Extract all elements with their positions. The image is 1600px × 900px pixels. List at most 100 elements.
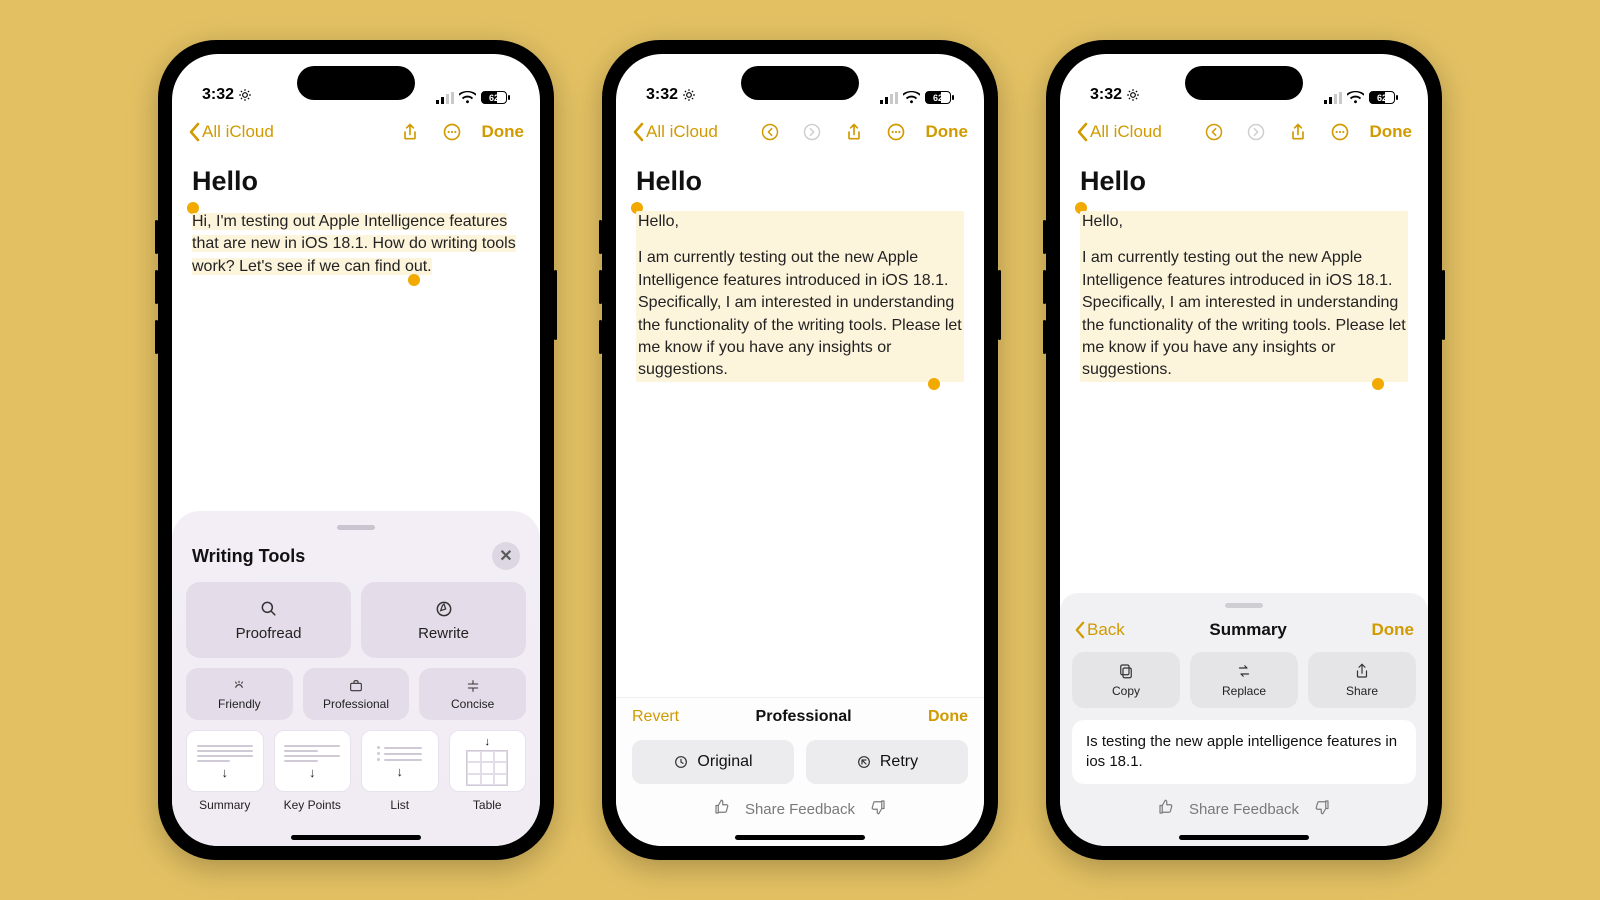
undo-icon[interactable] [1202, 120, 1226, 144]
dynamic-island [741, 66, 859, 100]
back-label: All iCloud [1090, 122, 1162, 142]
done-button[interactable]: Done [926, 122, 969, 142]
nav-bar: All iCloud Done [172, 110, 540, 154]
copy-button[interactable]: Copy [1072, 652, 1180, 708]
share-icon [1353, 662, 1371, 680]
mode-label: Professional [756, 708, 852, 726]
concise-button[interactable]: Concise [419, 668, 526, 720]
clock-icon [673, 754, 689, 770]
share-feedback-label[interactable]: Share Feedback [745, 801, 855, 818]
original-button[interactable]: Original [632, 740, 794, 784]
redo-icon [800, 120, 824, 144]
done-button[interactable]: Done [482, 122, 525, 142]
back-button[interactable]: All iCloud [188, 122, 274, 142]
more-icon[interactable] [440, 120, 464, 144]
share-button[interactable]: Share [1308, 652, 1416, 708]
revert-button[interactable]: Revert [632, 708, 679, 726]
more-icon[interactable] [884, 120, 908, 144]
proofread-button[interactable]: Proofread [186, 582, 351, 658]
screen-2: 3:32 62 All iCloud D [616, 54, 984, 846]
replace-icon [1235, 662, 1253, 680]
writing-tools-title: Writing Tools [192, 546, 305, 567]
retry-icon [856, 754, 872, 770]
home-indicator[interactable] [291, 835, 421, 840]
summary-format[interactable]: ↓ Summary [186, 730, 264, 812]
more-icon[interactable] [1328, 120, 1352, 144]
undo-icon[interactable] [758, 120, 782, 144]
chevron-left-icon [632, 122, 644, 142]
back-label: All iCloud [202, 122, 274, 142]
wifi-icon [903, 91, 920, 104]
status-time: 3:32 [646, 86, 678, 104]
dynamic-island [297, 66, 415, 100]
note-text[interactable]: Hi, I'm testing out Apple Intelligence f… [192, 213, 516, 275]
gear-icon [682, 88, 696, 102]
home-indicator[interactable] [735, 835, 865, 840]
chevron-left-icon [1076, 122, 1088, 142]
back-button[interactable]: All iCloud [632, 122, 718, 142]
share-icon[interactable] [398, 120, 422, 144]
thumbs-down-icon[interactable] [1313, 798, 1331, 820]
battery-icon: 62 [481, 91, 510, 104]
share-feedback-label[interactable]: Share Feedback [1189, 801, 1299, 818]
note-title: Hello [1080, 166, 1408, 197]
chevron-left-icon [188, 122, 200, 142]
summary-back-button[interactable]: Back [1074, 620, 1125, 640]
result-done-button[interactable]: Done [928, 708, 968, 726]
wave-icon [231, 678, 247, 694]
screen-1: 3:32 62 All iCloud [172, 54, 540, 846]
selection-end-handle[interactable] [408, 274, 420, 286]
compress-icon [465, 678, 481, 694]
keypoints-format[interactable]: ↓ Key Points [274, 730, 352, 812]
replace-button[interactable]: Replace [1190, 652, 1298, 708]
note-text-greeting: Hello, [1082, 211, 1406, 233]
battery-icon: 62 [925, 91, 954, 104]
note-text-greeting: Hello, [638, 211, 962, 233]
note-title: Hello [192, 166, 520, 197]
nav-bar: All iCloud Done [616, 110, 984, 154]
summary-text: Is testing the new apple intelligence fe… [1072, 720, 1416, 785]
screen-3: 3:32 62 All iCloud D [1060, 54, 1428, 846]
thumbs-down-icon[interactable] [869, 798, 887, 820]
rewrite-button[interactable]: Rewrite [361, 582, 526, 658]
compass-icon [434, 599, 454, 619]
note-text-body: I am currently testing out the new Apple… [1082, 247, 1406, 381]
wifi-icon [459, 91, 476, 104]
back-label: All iCloud [646, 122, 718, 142]
dynamic-island [1185, 66, 1303, 100]
professional-button[interactable]: Professional [303, 668, 410, 720]
summary-sheet: Back Summary Done Copy Replace Share [1060, 593, 1428, 847]
sheet-grabber[interactable] [337, 525, 375, 530]
summary-done-button[interactable]: Done [1372, 620, 1415, 640]
cellular-icon [1324, 92, 1342, 104]
phone-2: 3:32 62 All iCloud D [602, 40, 998, 860]
cellular-icon [436, 92, 454, 104]
summary-title: Summary [1209, 620, 1286, 640]
selection-end-handle[interactable] [928, 378, 940, 390]
home-indicator[interactable] [1179, 835, 1309, 840]
thumbs-up-icon[interactable] [713, 798, 731, 820]
nav-bar: All iCloud Done [1060, 110, 1428, 154]
table-format[interactable]: ↓ Table [449, 730, 527, 812]
list-format[interactable]: ↓ List [361, 730, 439, 812]
sheet-grabber[interactable] [1225, 603, 1263, 608]
note-text-body: I am currently testing out the new Apple… [638, 247, 962, 381]
close-icon[interactable]: ✕ [492, 542, 520, 570]
briefcase-icon [348, 678, 364, 694]
done-button[interactable]: Done [1370, 122, 1413, 142]
magnifier-icon [259, 599, 279, 619]
retry-button[interactable]: Retry [806, 740, 968, 784]
friendly-button[interactable]: Friendly [186, 668, 293, 720]
cellular-icon [880, 92, 898, 104]
share-icon[interactable] [1286, 120, 1310, 144]
result-bar: Revert Professional Done Original Retry … [616, 697, 984, 846]
writing-tools-sheet: Writing Tools ✕ Proofread Rewrite Friend… [172, 511, 540, 846]
back-button[interactable]: All iCloud [1076, 122, 1162, 142]
gear-icon [1126, 88, 1140, 102]
phone-3: 3:32 62 All iCloud D [1046, 40, 1442, 860]
redo-icon [1244, 120, 1268, 144]
battery-icon: 62 [1369, 91, 1398, 104]
selection-end-handle[interactable] [1372, 378, 1384, 390]
share-icon[interactable] [842, 120, 866, 144]
thumbs-up-icon[interactable] [1157, 798, 1175, 820]
